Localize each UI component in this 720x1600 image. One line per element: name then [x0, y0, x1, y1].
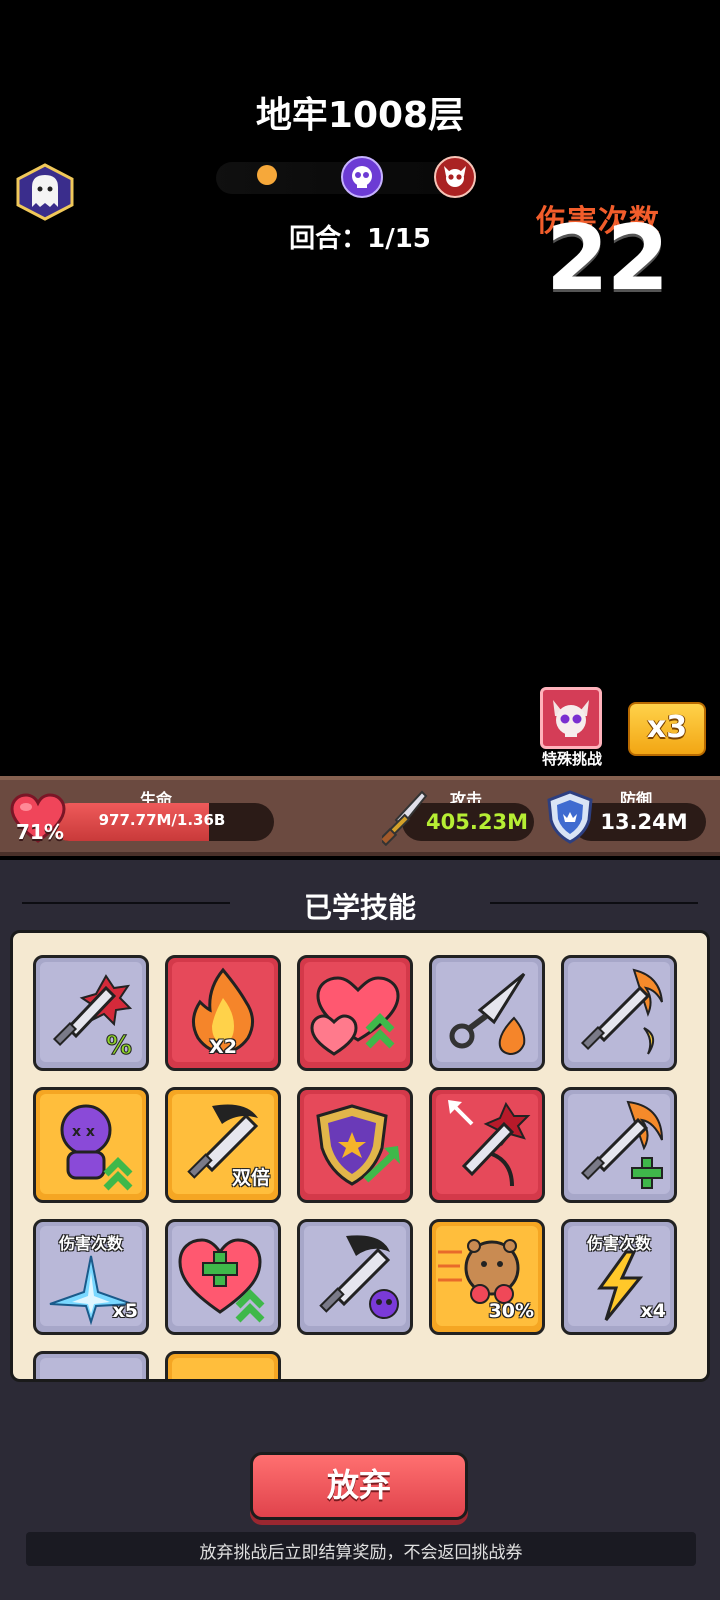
skill-sword-crit[interactable]: % [33, 955, 149, 1071]
hp-percent: 71% [16, 820, 64, 844]
attack-value: 405.23M [426, 810, 528, 834]
ghost-avatar-icon[interactable] [14, 163, 76, 221]
round-value: 1/15 [367, 224, 431, 254]
skill-badge: 30% [488, 1300, 534, 1322]
skills-grid[interactable]: % X2 x x 双倍 伤害次数 x5 30% 伤害次数 x4 [10, 930, 710, 1382]
sword-skull-icon [319, 1235, 399, 1319]
skill-kunai-fire[interactable] [429, 955, 545, 1071]
svg-text:x x: x x [72, 1124, 95, 1140]
purple-doll-up-icon: x x [60, 1104, 133, 1191]
round-label: 回合： [289, 224, 368, 254]
kunai-fire-icon [449, 972, 526, 1056]
sword-split-icon [448, 1100, 531, 1187]
damage-count-value: 22 [546, 206, 669, 311]
skill-lightning[interactable]: 伤害次数 x4 [561, 1219, 677, 1335]
skill-partial[interactable] [165, 1351, 281, 1379]
skill-badge: x4 [640, 1300, 666, 1322]
speed-multiplier-button[interactable]: x3 [628, 702, 706, 756]
shield-icon [545, 790, 595, 844]
skill-shield-up[interactable] [297, 1087, 413, 1203]
give-up-button[interactable]: 放弃 [250, 1452, 468, 1520]
heart-plus-up-icon [178, 1238, 265, 1323]
special-challenge-skull-icon[interactable] [540, 687, 602, 749]
hp-value: 977.77M/1.36B [98, 811, 226, 829]
skill-badge: X2 [209, 1036, 237, 1058]
skill-heart-plus[interactable] [165, 1219, 281, 1335]
sword-icon [378, 790, 428, 847]
svg-text:%: % [106, 1031, 132, 1061]
skill-hearts-up[interactable] [297, 955, 413, 1071]
boss-skull-icon [434, 156, 476, 198]
elite-skull-icon [341, 156, 383, 198]
skill-purple-doll[interactable]: x x [33, 1087, 149, 1203]
skill-badge: x5 [112, 1300, 138, 1322]
flaming-sword-plus-icon [580, 1100, 663, 1189]
skill-top-label: 伤害次数 [586, 1234, 651, 1253]
skill-sword-split[interactable] [429, 1087, 545, 1203]
skill-capybara[interactable]: 30% [429, 1219, 545, 1335]
hearts-up-icon [310, 976, 400, 1056]
sword-crit-percent-icon: % [52, 974, 133, 1062]
skill-badge: 双倍 [231, 1167, 270, 1189]
skill-flaming-sword-plus[interactable] [561, 1087, 677, 1203]
special-challenge-label: 特殊挑战 [541, 750, 602, 768]
dungeon-title: 地牢1008层 [255, 95, 465, 136]
skill-flaming-sword-moon[interactable] [561, 955, 677, 1071]
skill-top-label: 伤害次数 [58, 1234, 123, 1253]
flaming-sword-moon-icon [580, 968, 663, 1055]
skill-sword-double[interactable]: 双倍 [165, 1087, 281, 1203]
learned-skills-title: 已学技能 [303, 891, 416, 924]
current-stage-dot [257, 165, 277, 185]
defense-value: 13.24M [600, 810, 688, 834]
give-up-note: 放弃挑战后立即结算奖励，不会返回挑战券 [199, 1543, 523, 1563]
skill-fire-x2[interactable]: X2 [165, 955, 281, 1071]
shield-up-icon [316, 1104, 400, 1186]
skill-partial[interactable] [33, 1351, 149, 1379]
skill-sword-skull[interactable] [297, 1219, 413, 1335]
skill-ice-burst[interactable]: 伤害次数 x5 [33, 1219, 149, 1335]
